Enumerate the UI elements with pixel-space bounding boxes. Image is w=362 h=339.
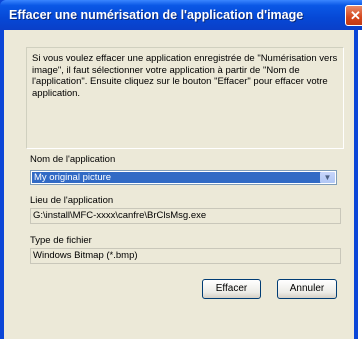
description-text: Si vous voulez effacer une application e…: [32, 53, 338, 99]
app-name-select[interactable]: My original picture ▼: [30, 170, 337, 185]
delete-button[interactable]: Effacer: [202, 279, 261, 299]
file-type-field: Windows Bitmap (*.bmp): [30, 248, 341, 264]
app-name-selected-value: My original picture: [32, 172, 321, 183]
close-button[interactable]: ✕: [345, 5, 362, 26]
close-icon: ✕: [350, 8, 361, 23]
app-location-field: G:\install\MFC-xxxx\canfre\BrClsMsg.exe: [30, 208, 341, 224]
chevron-down-icon[interactable]: ▼: [320, 172, 335, 183]
dialog-window: Effacer une numérisation de l'applicatio…: [0, 0, 362, 339]
file-type-label: Type de fichier: [30, 235, 92, 246]
dialog-body: Si vous voulez effacer une application e…: [4, 30, 354, 339]
window-title: Effacer une numérisation de l'applicatio…: [9, 8, 304, 22]
app-location-label: Lieu de l'application: [30, 195, 114, 206]
title-bar[interactable]: Effacer une numérisation de l'applicatio…: [0, 0, 362, 30]
description-group: Si vous voulez effacer une application e…: [26, 47, 344, 149]
cancel-button[interactable]: Annuler: [277, 279, 337, 299]
app-name-label: Nom de l'application: [30, 154, 116, 165]
